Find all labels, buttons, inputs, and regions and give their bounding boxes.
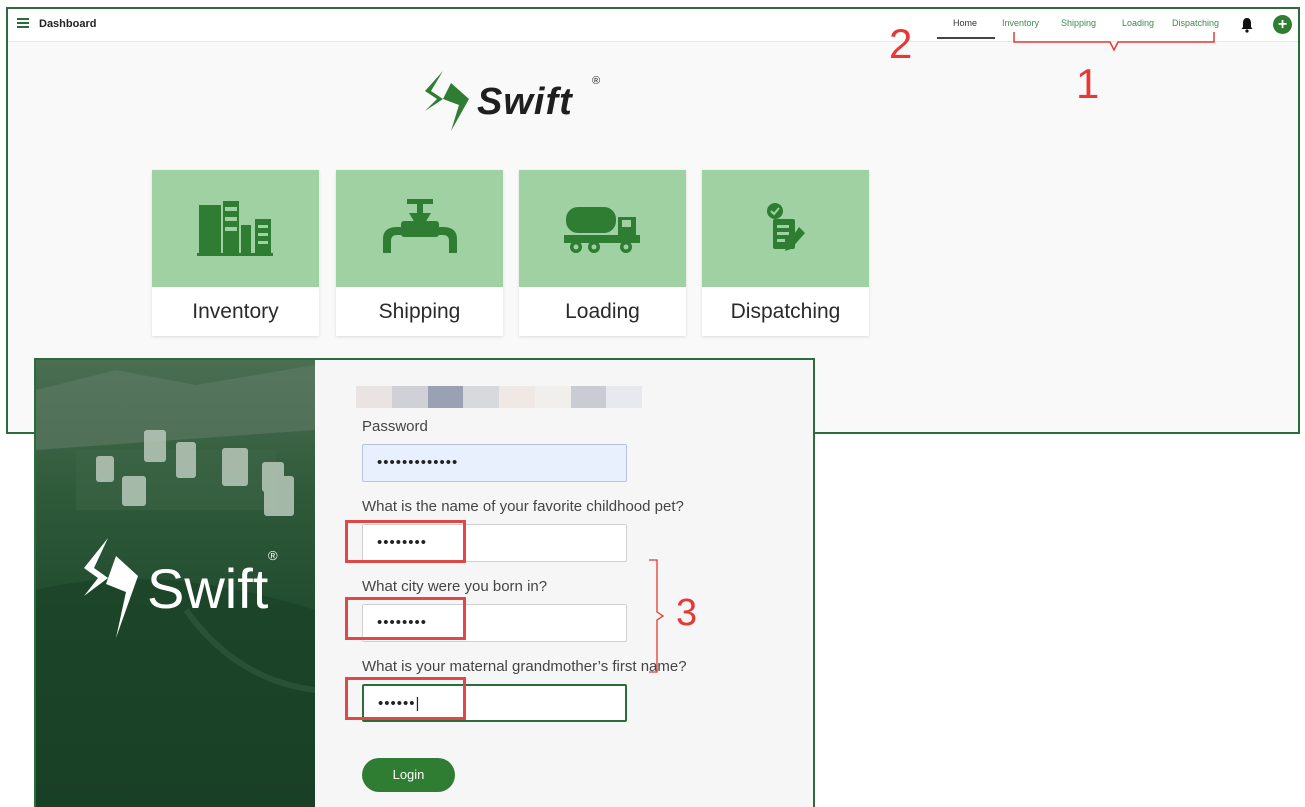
highlight-box-city-answer	[345, 597, 466, 640]
annotation-2: 2	[889, 20, 913, 67]
password-value: •••••••••••••	[377, 454, 459, 471]
nav-shipping[interactable]: Shipping	[1061, 18, 1096, 28]
swift-logo: Swift ®	[421, 69, 611, 135]
nav-loading[interactable]: Loading	[1122, 18, 1154, 28]
redacted-username	[356, 386, 642, 408]
nav-inventory[interactable]: Inventory	[1002, 18, 1039, 28]
login-button[interactable]: Login	[362, 758, 455, 792]
tile-inventory[interactable]: Inventory	[152, 170, 319, 336]
annotation-bracket-3	[649, 559, 665, 673]
tile-shipping[interactable]: Shipping	[336, 170, 503, 336]
registered-mark: ®	[592, 75, 601, 87]
add-circle-icon[interactable]: +	[1273, 15, 1292, 34]
highlight-box-pet-answer	[345, 520, 466, 563]
tile-dispatching-label: Dispatching	[730, 300, 841, 323]
annotation-3: 3	[676, 592, 698, 634]
question-grandmother-label: What is your maternal grandmother’s firs…	[362, 658, 687, 675]
storage-tanks-icon	[197, 201, 273, 256]
highlight-box-grandmother-answer	[345, 677, 466, 720]
tile-dispatching[interactable]: Dispatching	[702, 170, 869, 336]
nav-dispatching[interactable]: Dispatching	[1172, 18, 1219, 28]
annotation-bracket-1	[1013, 32, 1215, 52]
login-window: Swift ® Password ••••••••••••• What is t…	[34, 358, 815, 807]
dashboard-title: Dashboard	[39, 18, 97, 30]
hero-image: Swift ®	[36, 360, 315, 807]
tile-shipping-label: Shipping	[378, 300, 461, 323]
pipeline-valve-icon	[383, 199, 457, 253]
annotation-1: 1	[1076, 60, 1100, 107]
password-field[interactable]: •••••••••••••	[362, 444, 627, 482]
nav-home[interactable]: Home	[953, 18, 977, 28]
question-pet-label: What is the name of your favorite childh…	[362, 498, 684, 515]
tile-inventory-label: Inventory	[192, 300, 279, 323]
nav-home-underline	[937, 37, 995, 39]
hero-brand-text: Swift	[147, 557, 269, 620]
swift-logo-mark-icon	[425, 71, 469, 131]
hero-registered-mark: ®	[268, 548, 278, 563]
checklist-icon	[767, 203, 805, 251]
hamburger-menu-icon[interactable]	[17, 18, 29, 28]
tanker-truck-icon	[564, 207, 640, 253]
tile-loading[interactable]: Loading	[519, 170, 686, 336]
question-city-label: What city were you born in?	[362, 578, 548, 595]
swift-brand-text: Swift	[477, 81, 573, 123]
password-label: Password	[362, 418, 428, 435]
bell-icon[interactable]	[1240, 17, 1254, 33]
tile-loading-label: Loading	[565, 300, 640, 323]
